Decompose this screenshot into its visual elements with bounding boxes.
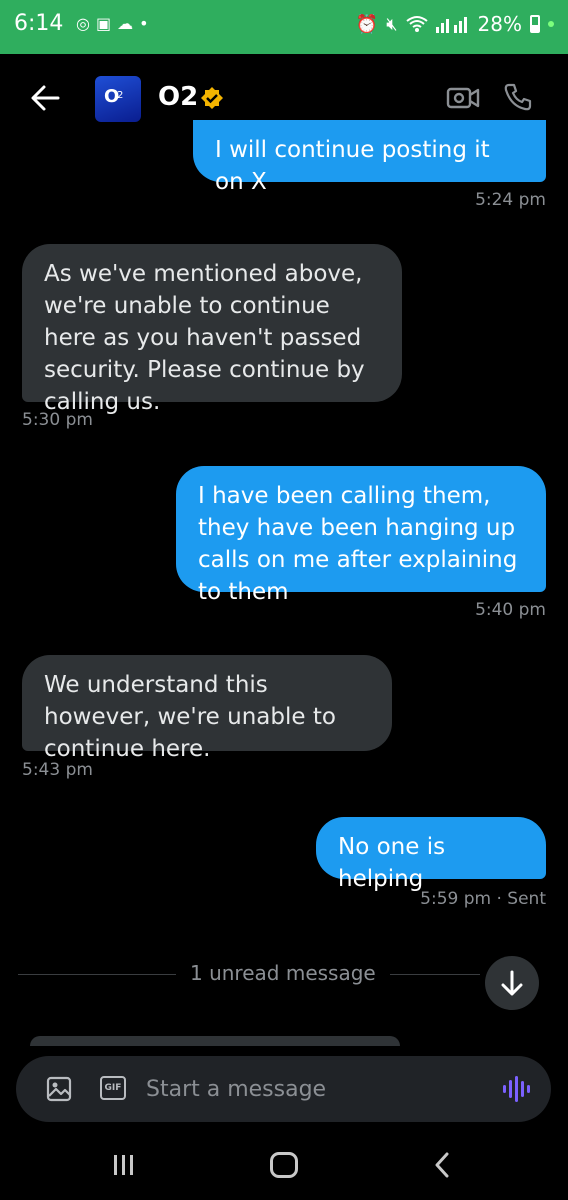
system-icons: ⏰ 🔇︎ 28%: [356, 12, 554, 36]
message-bubble-received-partial: [30, 1036, 400, 1046]
cloud-icon: ☁: [117, 14, 134, 33]
message-timestamp: 5:24 pm: [475, 190, 546, 210]
message-timestamp: 5:40 pm: [475, 600, 546, 620]
message-timestamp: 5:59 pm · Sent: [420, 889, 546, 909]
message-timestamp: 5:30 pm: [22, 410, 93, 430]
scroll-to-bottom-button[interactable]: [485, 956, 539, 1010]
nav-back-icon[interactable]: [432, 1152, 452, 1178]
voice-message-icon[interactable]: [502, 1074, 530, 1104]
image-icon[interactable]: [46, 1076, 72, 1102]
home-icon[interactable]: [270, 1152, 298, 1178]
verified-badge-icon: [201, 87, 223, 109]
status-time: 6:14: [14, 11, 64, 36]
arrow-down-icon: [501, 970, 523, 996]
message-timestamp: 5:43 pm: [22, 760, 93, 780]
whatsapp-icon: ◎: [76, 14, 90, 33]
wifi-icon: [405, 16, 428, 32]
recent-apps-icon[interactable]: [111, 1154, 137, 1176]
mute-icon: 🔇︎: [386, 13, 398, 35]
message-bubble-sent[interactable]: I will continue posting it on X: [193, 120, 546, 195]
message-bubble-sent[interactable]: I have been calling them, they have been…: [176, 466, 546, 605]
avatar-logo-sub: 2: [117, 90, 124, 101]
message-input[interactable]: [146, 1072, 476, 1106]
notification-icons: ◎ ▣ ☁ •: [76, 14, 149, 33]
privacy-indicator-icon: [548, 21, 554, 27]
battery-percent: 28%: [477, 12, 522, 36]
avatar[interactable]: O 2: [95, 76, 141, 122]
message-bubble-received[interactable]: We understand this however, we're unable…: [22, 655, 392, 762]
phone-call-icon[interactable]: [503, 82, 533, 112]
compose-bar: GIF: [16, 1056, 551, 1122]
unread-divider-label: 1 unread message: [190, 961, 376, 985]
system-navigation-bar: [0, 1130, 568, 1200]
message-bubble-received[interactable]: As we've mentioned above, we're unable t…: [22, 244, 402, 415]
contact-name[interactable]: O2: [158, 82, 198, 112]
alarm-icon: ⏰: [355, 13, 379, 35]
battery-icon: [530, 15, 540, 33]
status-bar: 6:14 ◎ ▣ ☁ • ⏰ 🔇︎ 28%: [0, 0, 568, 54]
teams-icon: ▣: [95, 14, 112, 33]
divider-line-right: [390, 974, 480, 975]
message-bubble-sent[interactable]: No one is helping: [316, 817, 546, 892]
more-notifications-dot-icon: •: [139, 14, 149, 33]
signal-icon: [435, 17, 467, 33]
video-call-icon[interactable]: [446, 84, 480, 112]
divider-line-left: [18, 974, 176, 975]
gif-button[interactable]: GIF: [100, 1076, 126, 1100]
back-arrow-icon[interactable]: [30, 84, 60, 112]
